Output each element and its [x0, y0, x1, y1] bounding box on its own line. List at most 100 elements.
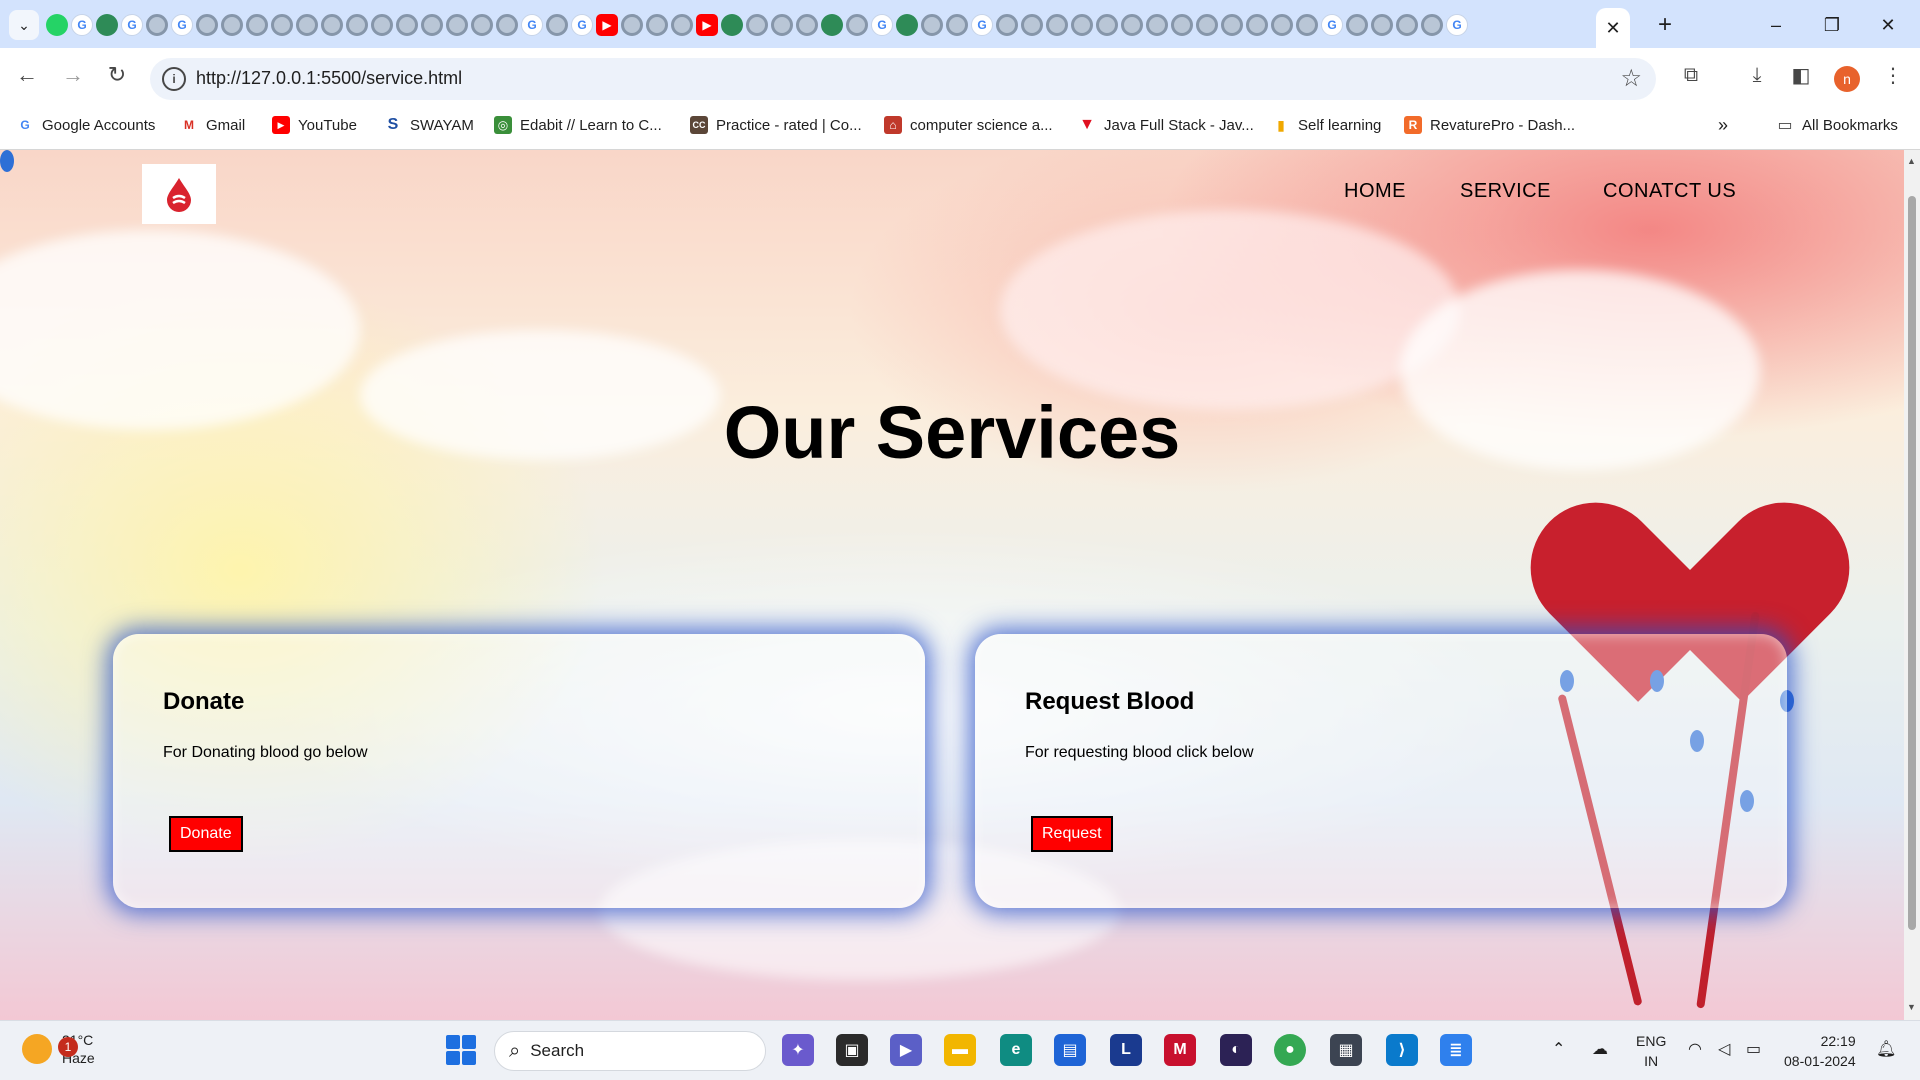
globe-favicon-icon[interactable] — [921, 14, 943, 36]
globe-favicon-icon[interactable] — [221, 14, 243, 36]
side-panel-button[interactable]: ◧ — [1784, 58, 1818, 92]
all-bookmarks-button[interactable]: ▭ All Bookmarks — [1776, 115, 1897, 135]
bookmark-swayam[interactable]: S SWAYAM — [384, 115, 474, 135]
google-favicon-icon[interactable]: G — [571, 14, 593, 36]
eclipse-icon[interactable]: ◐ — [1220, 1034, 1252, 1066]
edge-icon[interactable]: e — [1000, 1034, 1032, 1066]
globe-favicon-icon[interactable] — [346, 14, 368, 36]
nav-service[interactable]: SERVICE — [1460, 180, 1551, 203]
globe-favicon-icon[interactable] — [671, 14, 693, 36]
l-app-icon[interactable]: L — [1110, 1034, 1142, 1066]
sql-developer-icon[interactable]: ▦ — [1330, 1034, 1362, 1066]
globe-favicon-icon[interactable] — [746, 14, 768, 36]
globe-favicon-icon[interactable] — [321, 14, 343, 36]
new-tab-button[interactable]: + — [1650, 10, 1680, 40]
bookmark-self-learning[interactable]: ▮ Self learning — [1272, 115, 1381, 135]
globe-favicon-icon[interactable] — [446, 14, 468, 36]
google-favicon-icon[interactable]: G — [1446, 14, 1468, 36]
globe-favicon-icon[interactable] — [796, 14, 818, 36]
globe-favicon-icon[interactable] — [371, 14, 393, 36]
restore-button[interactable]: ❐ — [1812, 10, 1852, 40]
google-favicon-icon[interactable]: G — [71, 14, 93, 36]
globe-favicon-icon[interactable] — [1396, 14, 1418, 36]
donate-button[interactable]: Donate — [169, 816, 243, 852]
globe-favicon-icon[interactable] — [1296, 14, 1318, 36]
youtube-favicon-icon[interactable]: ▶ — [696, 14, 718, 36]
globe-favicon-icon[interactable] — [1021, 14, 1043, 36]
weather-widget[interactable]: 1 21°C Haze — [22, 1031, 95, 1067]
google-favicon-icon[interactable]: G — [1321, 14, 1343, 36]
app-favicon-icon[interactable] — [721, 14, 743, 36]
globe-favicon-icon[interactable] — [646, 14, 668, 36]
globe-favicon-icon[interactable] — [1196, 14, 1218, 36]
google-favicon-icon[interactable]: G — [121, 14, 143, 36]
copilot-app-icon[interactable]: ✦ — [782, 1034, 814, 1066]
globe-favicon-icon[interactable] — [946, 14, 968, 36]
downloads-button[interactable]: ⤓ — [1740, 58, 1774, 92]
menu-button[interactable]: ⋮ — [1876, 58, 1910, 92]
bookmark-star-icon[interactable]: ☆ — [1620, 64, 1642, 93]
notepad-icon[interactable]: ≣ — [1440, 1034, 1472, 1066]
system-clock[interactable]: 22:19 08-01-2024 — [1784, 1031, 1856, 1071]
globe-favicon-icon[interactable] — [421, 14, 443, 36]
globe-favicon-icon[interactable] — [546, 14, 568, 36]
globe-favicon-icon[interactable] — [1096, 14, 1118, 36]
globe-favicon-icon[interactable] — [146, 14, 168, 36]
bookmark-google-accounts[interactable]: G Google Accounts — [16, 115, 155, 135]
url-text[interactable]: http://127.0.0.1:5500/service.html — [196, 68, 462, 89]
globe-favicon-icon[interactable] — [996, 14, 1018, 36]
globe-favicon-icon[interactable] — [1121, 14, 1143, 36]
bookmark-youtube[interactable]: ▶ YouTube — [272, 115, 357, 135]
start-button[interactable] — [446, 1035, 476, 1065]
nav-home[interactable]: HOME — [1344, 180, 1406, 203]
globe-favicon-icon[interactable] — [1421, 14, 1443, 36]
profile-avatar[interactable]: n — [1834, 66, 1860, 92]
request-button[interactable]: Request — [1031, 816, 1113, 852]
show-hidden-icons-icon[interactable]: ⌃ — [1552, 1039, 1565, 1059]
forward-button[interactable]: → — [56, 58, 90, 92]
address-bar[interactable]: i http://127.0.0.1:5500/service.html ☆ — [150, 58, 1656, 100]
task-view-icon[interactable]: ▣ — [836, 1034, 868, 1066]
google-favicon-icon[interactable]: G — [171, 14, 193, 36]
youtube-favicon-icon[interactable]: ▶ — [596, 14, 618, 36]
globe-favicon-icon[interactable] — [1346, 14, 1368, 36]
globe-favicon-icon[interactable] — [1171, 14, 1193, 36]
globe-favicon-icon[interactable] — [621, 14, 643, 36]
scroll-down-icon[interactable]: ▼ — [1907, 1002, 1916, 1012]
reload-button[interactable]: ↻ — [100, 58, 134, 92]
globe-favicon-icon[interactable] — [1246, 14, 1268, 36]
page-scrollbar[interactable]: ▲ ▼ — [1904, 150, 1920, 1020]
mcafee-icon[interactable]: M — [1164, 1034, 1196, 1066]
globe-favicon-icon[interactable] — [1071, 14, 1093, 36]
file-explorer-icon[interactable]: ▬ — [944, 1034, 976, 1066]
app-favicon-icon[interactable] — [96, 14, 118, 36]
language-indicator[interactable]: ENG IN — [1636, 1031, 1666, 1071]
globe-favicon-icon[interactable] — [1371, 14, 1393, 36]
tab-search-button[interactable]: ⌄ — [9, 10, 39, 40]
google-favicon-icon[interactable]: G — [521, 14, 543, 36]
volume-icon[interactable]: ◁ — [1718, 1039, 1730, 1059]
globe-favicon-icon[interactable] — [846, 14, 868, 36]
taskbar-search[interactable]: ⌕ Search — [494, 1031, 766, 1071]
battery-icon[interactable]: ▭ — [1746, 1039, 1761, 1059]
google-favicon-icon[interactable]: G — [971, 14, 993, 36]
teams-chat-icon[interactable]: ▶ — [890, 1034, 922, 1066]
bookmark-gmail[interactable]: M Gmail — [180, 115, 245, 135]
more-bookmarks-button[interactable]: » — [1718, 115, 1728, 135]
extensions-button[interactable]: ⧉ — [1674, 58, 1708, 92]
notifications-bell-icon[interactable]: 🔔︎ — [1876, 1039, 1896, 1059]
globe-favicon-icon[interactable] — [196, 14, 218, 36]
site-logo[interactable] — [142, 164, 216, 224]
globe-favicon-icon[interactable] — [296, 14, 318, 36]
globe-favicon-icon[interactable] — [1271, 14, 1293, 36]
site-info-icon[interactable]: i — [162, 67, 186, 91]
globe-favicon-icon[interactable] — [396, 14, 418, 36]
app-favicon-icon[interactable] — [821, 14, 843, 36]
chrome-icon[interactable]: ● — [1274, 1034, 1306, 1066]
minimize-button[interactable]: – — [1756, 10, 1796, 40]
globe-favicon-icon[interactable] — [246, 14, 268, 36]
close-icon[interactable]: ✕ — [1605, 18, 1620, 39]
onedrive-icon[interactable]: ☁ — [1592, 1039, 1608, 1059]
wifi-icon[interactable]: ◠ — [1688, 1039, 1702, 1059]
back-button[interactable]: ← — [10, 58, 44, 92]
